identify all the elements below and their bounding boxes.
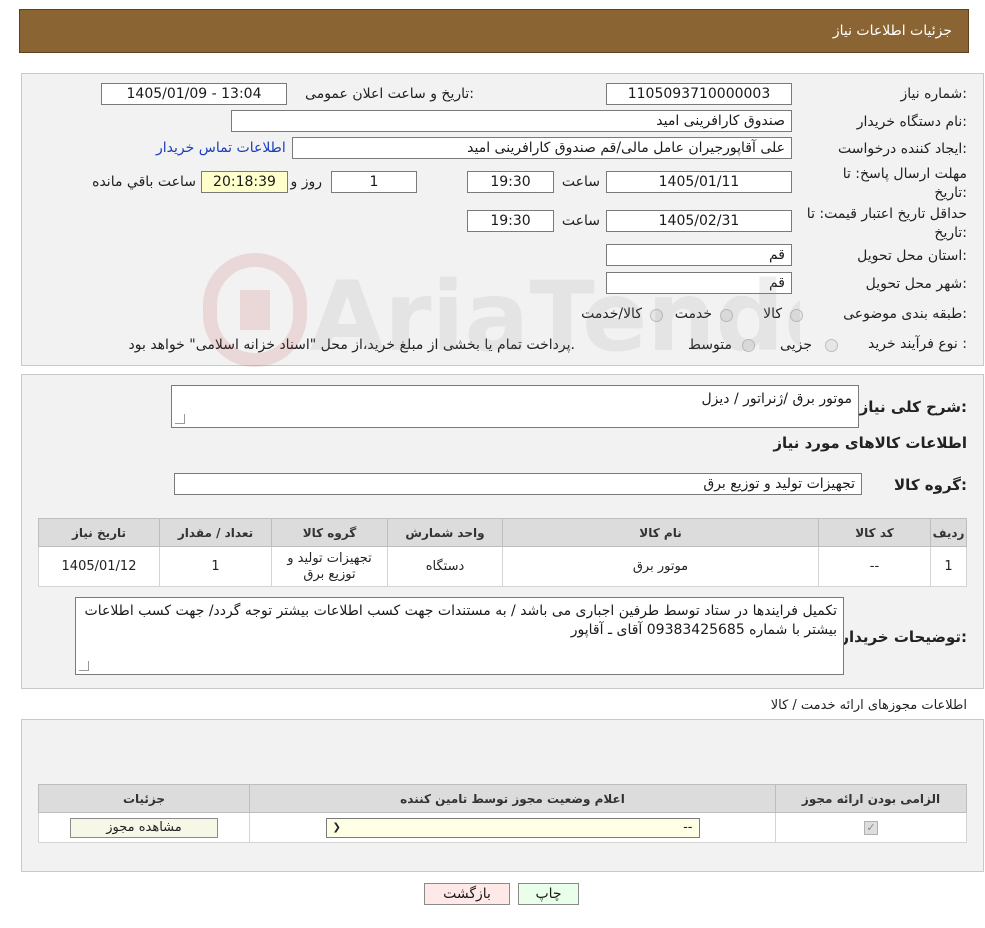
category-service-label: خدمت	[674, 306, 712, 322]
buyer-notes-text: تکمیل فرایندها در ستاد توسط طرفین اجباری…	[84, 603, 837, 638]
col-need-date: تاریخ نیاز	[38, 518, 160, 547]
goods-info-title: اطلاعات کالاهای مورد نیاز	[773, 434, 967, 452]
remaining-label: ساعت باقي مانده	[92, 174, 196, 190]
category-label: طبقه بندی موضوعی:	[843, 306, 967, 322]
announce-field: 1405/01/09 - 13:04	[101, 83, 287, 105]
remaining-time-field: 20:18:39	[201, 171, 288, 193]
col-goods-name: نام کالا	[502, 518, 819, 547]
col-license-details: جزئیات	[38, 784, 250, 813]
validity-time-label: ساعت	[561, 213, 600, 229]
buyer-contact-link[interactable]: اطلاعات تماس خریدار	[156, 140, 286, 156]
process-minor-label: جزیی	[780, 337, 812, 353]
col-unit: واحد شمارش	[387, 518, 503, 547]
process-medium-label: متوسط	[688, 337, 732, 353]
announce-label: تاریخ و ساعت اعلان عمومی:	[305, 86, 474, 102]
col-license-status: اعلام وضعیت مجوز توسط تامین کننده	[249, 784, 776, 813]
goods-group-label: گروه کالا:	[894, 476, 967, 494]
licenses-table: الزامی بودن ارائه مجوز اعلام وضعیت مجوز …	[38, 784, 967, 843]
city-label: شهر محل تحویل:	[865, 276, 967, 292]
creator-label: ایجاد کننده درخواست:	[838, 141, 967, 157]
category-goods-service-label: کالا/خدمت	[581, 306, 642, 322]
province-label: استان محل تحویل:	[857, 248, 967, 264]
deadline-label: مهلت ارسال پاسخ: تا تاریخ:	[842, 166, 967, 201]
cell-unit: دستگاه	[387, 546, 503, 587]
days-label: روز و	[290, 174, 323, 190]
cell-quantity: 1	[159, 546, 272, 587]
col-goods-group: گروه کالا	[271, 518, 388, 547]
category-goods-label: کالا	[763, 306, 782, 322]
cell-goods-name: موتور برق	[502, 546, 819, 587]
goods-group-field: تجهیزات تولید و توزیع برق	[174, 473, 862, 495]
process-minor-radio[interactable]	[825, 339, 838, 352]
buyer-org-field: صندوق کارافرینی امید	[231, 110, 792, 132]
summary-text: موتور برق /ژنراتور / دیزل	[701, 391, 852, 407]
print-button[interactable]: چاپ	[518, 883, 579, 905]
col-quantity: تعداد / مقدار	[159, 518, 272, 547]
chevron-down-icon: ❯	[332, 822, 341, 833]
license-required-checkbox[interactable]: ✓	[864, 820, 878, 835]
buyer-org-label: نام دستگاه خریدار:	[856, 114, 967, 130]
creator-field: علی آقاپورجیران عامل مالی/قم صندوق کاراف…	[292, 137, 792, 159]
cell-need-date: 1405/01/12	[38, 546, 160, 587]
category-service-radio[interactable]	[720, 309, 733, 322]
license-status-value: --	[683, 820, 693, 835]
deadline-date-field: 1405/01/11	[606, 171, 792, 193]
buyer-notes-label: توضیحات خریدار:	[840, 628, 967, 646]
summary-textarea[interactable]: موتور برق /ژنراتور / دیزل	[171, 385, 859, 428]
licenses-title: اطلاعات مجوزهای ارائه خدمت / کالا	[770, 698, 967, 713]
resize-grip-icon	[175, 414, 185, 424]
process-note: پرداخت تمام یا بخشی از مبلغ خرید،از محل …	[128, 337, 575, 353]
licenses-table-header: الزامی بودن ارائه مجوز اعلام وضعیت مجوز …	[38, 784, 967, 813]
validity-label: حداقل تاریخ اعتبار قیمت: تا تاریخ:	[806, 206, 967, 241]
process-medium-radio[interactable]	[742, 339, 755, 352]
table-row: 1 -- موتور برق دستگاه تجهیزات تولید و تو…	[38, 546, 967, 587]
buyer-notes-textarea[interactable]: تکمیل فرایندها در ستاد توسط طرفین اجباری…	[75, 597, 844, 675]
cell-license-required: ✓	[775, 812, 967, 843]
col-row-number: ردیف	[930, 518, 967, 547]
resize-grip-icon	[79, 661, 89, 671]
deadline-time-field: 19:30	[467, 171, 554, 193]
validity-time-field: 19:30	[467, 210, 554, 232]
process-label: نوع فرآیند خرید :	[868, 336, 967, 352]
cell-row-number: 1	[930, 546, 967, 587]
license-status-select[interactable]: ❯ --	[325, 817, 700, 838]
days-field: 1	[331, 171, 417, 193]
summary-label: شرح کلی نیاز:	[859, 398, 967, 416]
table-row: ✓ ❯ -- مشاهده مجوز	[38, 812, 967, 843]
city-field: قم	[606, 272, 792, 294]
col-license-required: الزامی بودن ارائه مجوز	[775, 784, 967, 813]
validity-date-field: 1405/02/31	[606, 210, 792, 232]
province-field: قم	[606, 244, 792, 266]
deadline-time-label: ساعت	[561, 174, 600, 190]
page-title: جزئیات اطلاعات نیاز	[832, 23, 952, 39]
cell-goods-group: تجهیزات تولید و توزیع برق	[271, 546, 388, 587]
goods-table: ردیف کد کالا نام کالا واحد شمارش گروه کا…	[38, 518, 967, 587]
goods-table-header: ردیف کد کالا نام کالا واحد شمارش گروه کا…	[38, 518, 967, 547]
cell-license-details: مشاهده مجوز	[38, 812, 250, 843]
page-header: جزئیات اطلاعات نیاز	[19, 9, 969, 53]
checkmark-icon: ✓	[866, 821, 876, 834]
view-license-button[interactable]: مشاهده مجوز	[70, 817, 218, 838]
need-number-label: شماره نیاز:	[900, 86, 967, 102]
back-button[interactable]: بازگشت	[424, 883, 510, 905]
cell-goods-code: --	[818, 546, 931, 587]
cell-license-status: ❯ --	[249, 812, 776, 843]
category-goods-service-radio[interactable]	[650, 309, 663, 322]
col-goods-code: کد کالا	[818, 518, 931, 547]
need-number-field: 1105093710000003	[606, 83, 792, 105]
category-goods-radio[interactable]	[790, 309, 803, 322]
